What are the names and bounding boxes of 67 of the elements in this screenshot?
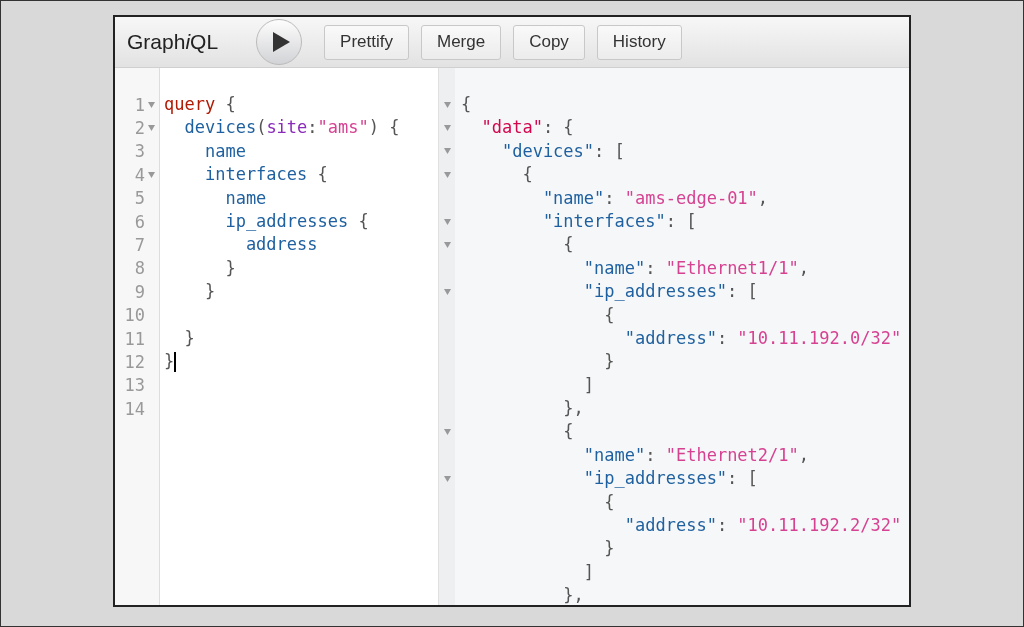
result-line: "devices": [ xyxy=(500,139,625,163)
fold-arrow-icon[interactable] xyxy=(444,288,451,295)
result-line: { xyxy=(562,233,574,257)
line-number: 4 xyxy=(133,164,145,185)
fold-arrow-icon[interactable] xyxy=(444,148,451,155)
result-line: } xyxy=(603,537,615,561)
code-line: query { xyxy=(164,93,236,116)
result-line: "name": "Ethernet2/1", xyxy=(582,443,810,467)
result-line: ] xyxy=(582,373,595,397)
toolbar-button[interactable]: Merge xyxy=(420,24,502,60)
fold-arrow-icon[interactable] xyxy=(444,475,451,482)
result-line: "ip_addresses": [ xyxy=(582,280,758,304)
code-line: devices(site:"ams") { xyxy=(183,116,400,140)
result-line: ] xyxy=(582,560,595,584)
code-line: name xyxy=(224,186,267,210)
result-line: { xyxy=(562,420,574,444)
app-logo: GraphiQL xyxy=(127,30,219,54)
fold-arrow-icon[interactable] xyxy=(444,429,451,436)
fold-arrow-icon[interactable] xyxy=(444,171,451,178)
toolbar-button[interactable]: Prettify xyxy=(324,24,409,60)
code-line: interfaces { xyxy=(203,163,328,187)
fold-arrow-icon[interactable] xyxy=(444,218,451,225)
fold-arrow-icon[interactable] xyxy=(148,171,155,178)
result-line: "ip_addresses": [ xyxy=(582,467,758,491)
line-number: 9 xyxy=(133,281,145,302)
code-line: address xyxy=(244,233,318,257)
toolbar-button[interactable]: History xyxy=(596,24,682,60)
play-icon xyxy=(272,32,290,52)
line-number: 3 xyxy=(133,141,145,162)
fold-arrow-icon[interactable] xyxy=(148,101,155,108)
line-number: 10 xyxy=(123,305,145,326)
fold-arrow-icon[interactable] xyxy=(444,101,451,108)
result-line: }, xyxy=(562,584,584,605)
line-number: 2 xyxy=(133,118,145,139)
run-button[interactable] xyxy=(256,19,303,65)
line-number: 8 xyxy=(133,258,145,279)
code-line: ip_addresses { xyxy=(224,209,369,233)
line-number: 14 xyxy=(123,398,145,419)
result-line: "name": "ams-edge-01", xyxy=(541,186,769,210)
line-number: 7 xyxy=(133,235,145,256)
result-line: } xyxy=(603,350,615,374)
result-line: "address": "10.11.192.2/32" xyxy=(623,514,902,538)
result-line: "data": { xyxy=(480,116,574,140)
result-line: { xyxy=(603,490,615,514)
fold-arrow-icon[interactable] xyxy=(444,125,451,132)
code-line: } xyxy=(183,326,195,350)
code-line: } xyxy=(203,280,216,304)
result-line: "name": "Ethernet1/1", xyxy=(582,256,810,280)
result-line: { xyxy=(461,93,472,116)
line-number: 6 xyxy=(133,211,145,232)
line-number: 5 xyxy=(133,188,145,209)
result-line: { xyxy=(603,303,615,327)
code-line: } xyxy=(164,350,176,374)
line-number: 13 xyxy=(123,375,145,396)
fold-arrow-icon[interactable] xyxy=(444,242,451,249)
result-line: { xyxy=(521,163,533,187)
code-line: name xyxy=(203,139,246,163)
line-number: 1 xyxy=(133,94,145,115)
line-number: 12 xyxy=(123,352,145,372)
line-number: 11 xyxy=(123,328,145,349)
toolbar-button[interactable]: Copy xyxy=(513,24,585,60)
result-line: "address": "10.11.192.0/32" xyxy=(623,326,902,350)
result-line: "interfaces": [ xyxy=(541,209,697,233)
result-line: }, xyxy=(562,397,584,421)
code-line: } xyxy=(224,256,236,280)
text-cursor xyxy=(174,352,176,372)
fold-arrow-icon[interactable] xyxy=(148,125,155,132)
